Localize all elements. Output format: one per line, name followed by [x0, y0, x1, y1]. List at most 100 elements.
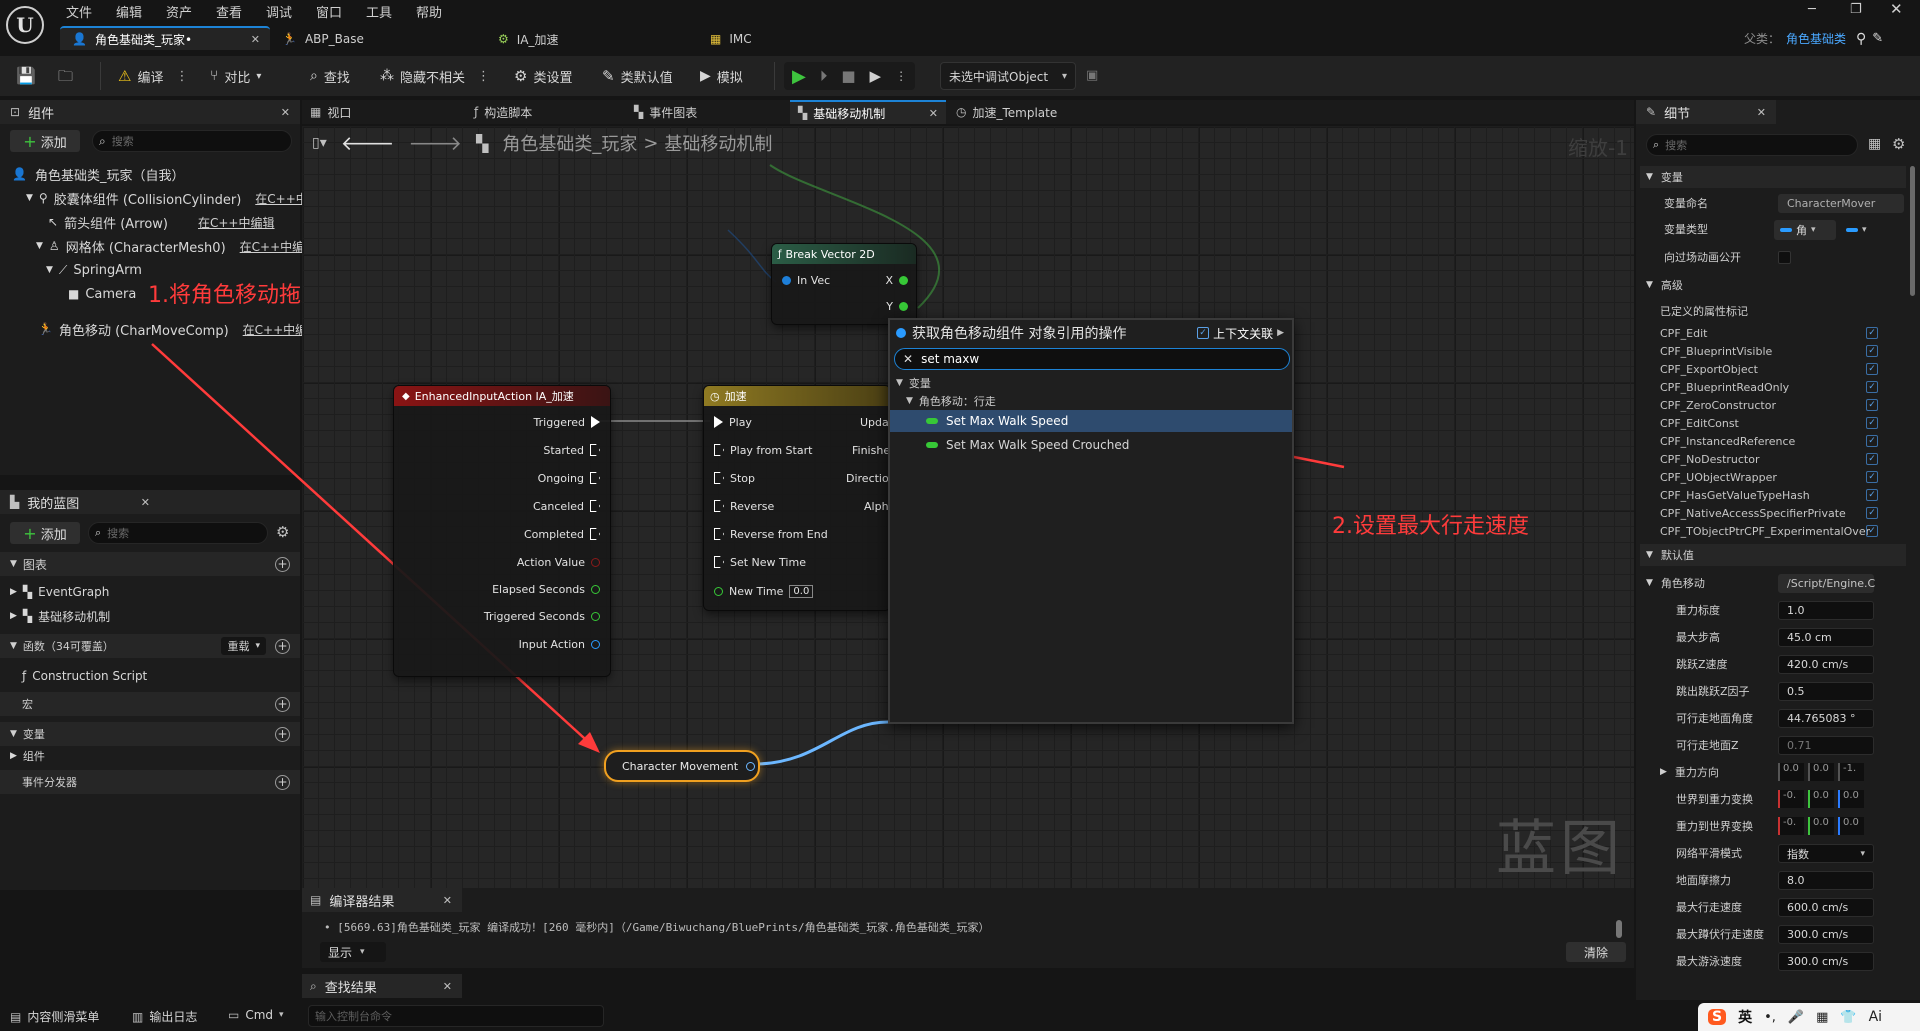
flag-checkbox[interactable]: ✓ — [1866, 381, 1878, 393]
context-item-set-max-walk-speed-crouched[interactable]: Set Max Walk Speed Crouched — [890, 434, 1292, 456]
close-panel-icon[interactable]: ✕ — [443, 980, 452, 993]
pin-reverse-from-end[interactable]: Reverse from End — [714, 526, 828, 542]
context-search-input[interactable]: ✕ set maxw — [894, 348, 1290, 370]
prop-value-input[interactable]: 45.0 cm — [1778, 628, 1874, 647]
pin-triggered-seconds[interactable]: Triggered Seconds — [484, 608, 600, 624]
close-panel-icon[interactable]: ✕ — [1757, 106, 1766, 119]
node-character-movement[interactable]: Character Movement — [604, 750, 760, 782]
flag-checkbox[interactable]: ✓ — [1866, 453, 1878, 465]
prop-value-input[interactable]: 8.0 — [1778, 871, 1874, 890]
output-log-button[interactable]: ▥ 输出日志 — [132, 1008, 197, 1025]
microphone-icon[interactable]: 🎤 — [1788, 1010, 1804, 1025]
vector-component-input[interactable]: 0.0 — [1838, 817, 1864, 835]
content-drawer-button[interactable]: ▤ 内容侧滑菜单 — [10, 1008, 99, 1025]
node-break-vector-2d[interactable]: ƒ Break Vector 2D In Vec X Y — [772, 244, 916, 324]
vector-component-input[interactable]: -0. — [1778, 817, 1804, 835]
gravity-dir-row[interactable]: ▶ 重力方向 — [1640, 761, 1906, 783]
defaults-section-header[interactable]: ▼ 默认值 — [1640, 544, 1906, 566]
pin-x[interactable]: X — [885, 272, 908, 288]
pin-y[interactable]: Y — [886, 298, 908, 314]
flag-checkbox[interactable]: ✓ — [1866, 507, 1878, 519]
sogou-logo-icon[interactable]: S — [1708, 1009, 1727, 1025]
vector-component-input[interactable]: -1. — [1838, 763, 1864, 781]
pin-action-value[interactable]: Action Value — [517, 554, 600, 570]
pin-input-action[interactable]: Input Action — [519, 636, 600, 652]
flag-checkbox[interactable]: ✓ — [1866, 489, 1878, 501]
variable-section-header[interactable]: ▼ 变量 — [1640, 166, 1906, 188]
settings-gear-icon[interactable]: ⚙ — [1892, 135, 1905, 153]
cmd-dropdown[interactable]: ▭ Cmd ▾ — [228, 1008, 284, 1022]
flag-checkbox[interactable]: ✓ — [1866, 435, 1878, 447]
details-scrollbar[interactable] — [1910, 166, 1915, 296]
vector-component-input[interactable]: 0.0 — [1808, 763, 1834, 781]
pin-reverse[interactable]: Reverse — [714, 498, 774, 514]
pin-ongoing[interactable]: Ongoing — [538, 470, 600, 486]
max-walk-speed-input[interactable]: 600.0 cm/s — [1778, 898, 1874, 917]
pin-alpha[interactable]: Alph — [864, 498, 889, 514]
ime-language[interactable]: 英 — [1738, 1007, 1752, 1027]
pin-update[interactable]: Upda — [860, 414, 889, 430]
skin-icon[interactable]: 👕 — [1840, 1010, 1856, 1025]
pin-finished[interactable]: Finishe — [852, 442, 890, 458]
pin-play[interactable]: Play — [714, 414, 752, 430]
flag-checkbox[interactable]: ✓ — [1866, 345, 1878, 357]
new-time-input[interactable]: 0.0 — [789, 584, 814, 598]
show-dropdown[interactable]: 显示 ▾ — [320, 942, 386, 962]
console-command-input[interactable]: 输入控制台命令 — [308, 1005, 604, 1027]
pin-play-from-start[interactable]: Play from Start — [714, 442, 812, 458]
punctuation-icon[interactable]: •, — [1764, 1010, 1776, 1025]
pin-set-new-time[interactable]: Set New Time — [714, 554, 806, 570]
node-header: ◆ EnhancedInputAction IA_加速 — [394, 386, 610, 406]
pin-completed[interactable]: Completed — [524, 526, 600, 542]
node-timeline[interactable]: ◷ 加速 Play Play from Start Stop Reverse R… — [704, 386, 890, 610]
flag-label: CPF_ZeroConstructor — [1660, 398, 1776, 412]
pin-direction[interactable]: Directio — [846, 470, 889, 486]
pin-new-time[interactable]: New Time 0.0 — [714, 583, 814, 599]
prop-value-input[interactable]: 420.0 cm/s — [1778, 655, 1874, 674]
pin-in-vec[interactable]: In Vec — [782, 272, 830, 288]
container-type-dropdown[interactable]: ▾ — [1842, 220, 1876, 240]
ai-icon[interactable]: Ai — [1869, 1009, 1882, 1025]
advanced-section-header[interactable]: ▼ 高级 — [1640, 274, 1906, 296]
flag-checkbox[interactable]: ✓ — [1866, 399, 1878, 411]
context-item-set-max-walk-speed[interactable]: Set Max Walk Speed — [890, 410, 1292, 432]
pin-started[interactable]: Started — [543, 442, 600, 458]
close-panel-icon[interactable]: ✕ — [443, 894, 452, 907]
vector-component-input[interactable]: 0.0 — [1808, 790, 1834, 808]
context-category-variables[interactable]: ▼ 变量 — [896, 374, 931, 392]
var-type-value: 角 — [1796, 224, 1807, 237]
flag-checkbox[interactable]: ✓ — [1866, 471, 1878, 483]
vector-component-input[interactable]: 0.0 — [1808, 817, 1834, 835]
flag-checkbox[interactable]: ✓ — [1866, 525, 1878, 537]
prop-value-input[interactable]: 44.765083 ° — [1778, 709, 1874, 728]
context-subcategory[interactable]: ▼ 角色移动：行走 — [906, 392, 996, 410]
node-enhanced-input-action[interactable]: ◆ EnhancedInputAction IA_加速 Triggered St… — [394, 386, 610, 676]
var-type-dropdown[interactable]: 角 ▾ — [1774, 220, 1836, 240]
property-matrix-icon[interactable]: ▦ — [1868, 136, 1881, 152]
prop-value-input[interactable]: 0.5 — [1778, 682, 1874, 701]
keyboard-icon[interactable]: ▦ — [1816, 1010, 1828, 1025]
clear-button[interactable]: 清除 — [1566, 942, 1626, 962]
object-pin-icon[interactable] — [746, 761, 756, 771]
pin-elapsed-seconds[interactable]: Elapsed Seconds — [492, 581, 600, 597]
pin-stop[interactable]: Stop — [714, 470, 755, 486]
vector-component-input[interactable]: -0. — [1778, 790, 1804, 808]
pin-canceled[interactable]: Canceled — [533, 498, 600, 514]
vector-component-input[interactable]: 0.0 — [1838, 790, 1864, 808]
prop-value-input[interactable]: 300.0 cm/s — [1778, 952, 1874, 971]
smoothing-mode-dropdown[interactable]: 指数 ▾ — [1778, 844, 1874, 863]
exec-pin-icon — [590, 528, 600, 540]
flag-checkbox[interactable]: ✓ — [1866, 363, 1878, 375]
expose-cinematics-checkbox[interactable] — [1778, 251, 1791, 264]
prop-value-input[interactable]: 300.0 cm/s — [1778, 925, 1874, 944]
var-name-input[interactable]: CharacterMover — [1778, 194, 1904, 213]
flag-checkbox[interactable]: ✓ — [1866, 417, 1878, 429]
compiler-scrollbar[interactable] — [1616, 920, 1622, 938]
pin-triggered[interactable]: Triggered — [534, 414, 600, 430]
flag-checkbox[interactable]: ✓ — [1866, 327, 1878, 339]
details-search-input[interactable]: ⌕ 搜索 — [1646, 134, 1858, 156]
vector-component-input[interactable]: 0.0 — [1778, 763, 1804, 781]
clear-search-icon[interactable]: ✕ — [903, 352, 913, 366]
prop-value-input[interactable]: 1.0 — [1778, 601, 1874, 620]
context-sensitive-toggle[interactable]: ✓ 上下文关联 ▶ — [1197, 325, 1284, 342]
